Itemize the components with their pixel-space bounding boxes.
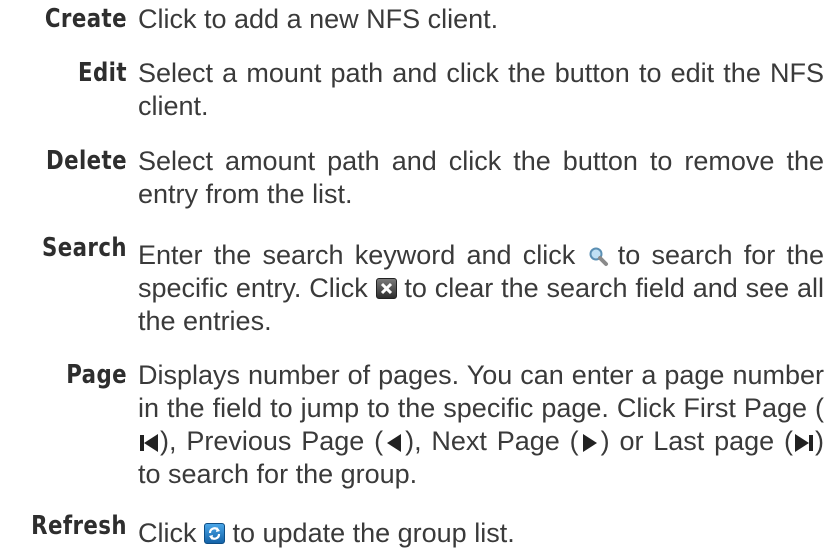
- desc-delete: Select amount path and click the button …: [138, 145, 824, 211]
- term-edit: Edit: [78, 58, 127, 88]
- desc-page-text-1: Displays number of pages. You can enter …: [138, 360, 824, 423]
- desc-refresh: Click to update the group list.: [138, 517, 824, 550]
- desc-page-text-2: ), Previous Page (: [160, 426, 384, 456]
- desc-create: Click to add a new NFS client.: [138, 3, 824, 36]
- desc-refresh-text-1: Click: [138, 518, 204, 548]
- desc-page-text-4: ) or Last page (: [600, 426, 794, 456]
- desc-search: Enter the search keyword and click to se…: [138, 239, 824, 338]
- term-page: Page: [66, 360, 127, 390]
- magnifier-icon: [587, 246, 608, 266]
- term-delete: Delete: [45, 146, 127, 176]
- term-refresh: Refresh: [31, 511, 128, 541]
- desc-delete-text: Select amount path and click the button …: [138, 146, 824, 209]
- term-create: Create: [44, 4, 128, 34]
- clear-x-icon: [375, 278, 397, 299]
- last-page-icon: [793, 432, 815, 452]
- refresh-icon: [204, 523, 225, 544]
- desc-refresh-text-2: to update the group list.: [225, 518, 515, 548]
- desc-page-text-3: ), Next Page (: [405, 426, 579, 456]
- desc-page: Displays number of pages. You can enter …: [138, 359, 824, 491]
- term-search: Search: [42, 233, 127, 263]
- desc-edit-text: Select a mount path and click the button…: [138, 58, 824, 121]
- desc-create-text: Click to add a new NFS client.: [138, 4, 499, 34]
- first-page-icon: [138, 432, 160, 452]
- previous-page-icon: [383, 432, 405, 452]
- next-page-icon: [579, 432, 601, 452]
- desc-search-text-1: Enter the search keyword and click: [138, 240, 587, 270]
- desc-edit: Select a mount path and click the button…: [138, 57, 824, 123]
